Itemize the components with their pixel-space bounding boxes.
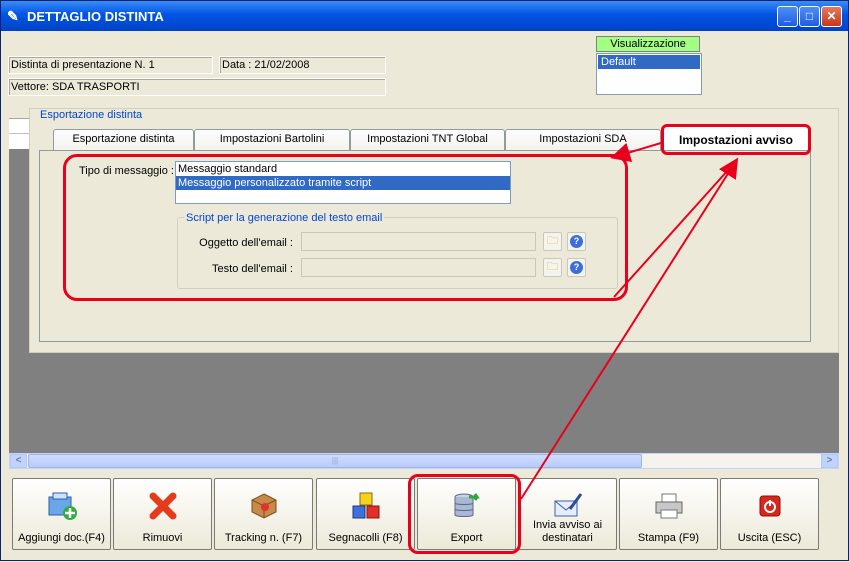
cubes-icon — [317, 491, 414, 527]
folder-icon[interactable]: 🗀 — [543, 232, 562, 251]
aggiungi-doc-label: Aggiungi doc.(F4) — [18, 532, 105, 544]
stampa-label: Stampa (F9) — [637, 532, 700, 544]
segnacolli-button[interactable]: Segnacolli (F8) — [316, 478, 415, 550]
visualizzazione-list[interactable]: Default — [596, 53, 702, 95]
tipo-messaggio-label: Tipo di messaggio : — [79, 165, 174, 177]
uscita-label: Uscita (ESC) — [737, 532, 802, 544]
maximize-button[interactable]: □ — [799, 6, 820, 27]
rimuovi-button[interactable]: Rimuovi — [113, 478, 212, 550]
add-document-icon — [13, 491, 110, 527]
scroll-left-icon[interactable]: < — [10, 454, 27, 468]
help-icon[interactable]: ? — [567, 258, 586, 277]
rimuovi-label: Rimuovi — [142, 532, 183, 544]
app-icon: ✎ — [7, 8, 19, 24]
power-icon — [721, 491, 818, 527]
horizontal-scrollbar[interactable]: < ||| > — [9, 453, 839, 469]
aggiungi-doc-button[interactable]: Aggiungi doc.(F4) — [12, 478, 111, 550]
printer-icon — [620, 491, 717, 527]
data-field: Data : 21/02/2008 — [219, 56, 386, 74]
red-x-icon — [114, 491, 211, 527]
minimize-button[interactable]: _ — [777, 6, 798, 27]
script-group — [177, 217, 618, 289]
tab-impostazioni-avviso[interactable]: Impostazioni avviso — [661, 126, 811, 153]
folder-icon[interactable]: 🗀 — [543, 258, 562, 277]
list-item-selected[interactable]: Messaggio personalizzato tramite script — [176, 176, 510, 190]
help-icon[interactable]: ? — [567, 232, 586, 251]
tab-impostazioni-bartolini[interactable]: Impostazioni Bartolini — [194, 129, 350, 150]
window: ✎ DETTAGLIO DISTINTA _ □ ✕ Distinta di p… — [0, 0, 849, 561]
testo-label: Testo dell'email : — [212, 263, 293, 275]
testo-input[interactable] — [301, 258, 536, 277]
tab-impostazioni-tnt[interactable]: Impostazioni TNT Global — [350, 129, 505, 150]
scroll-thumb[interactable]: ||| — [28, 454, 642, 468]
export-panel-legend: Esportazione distinta — [38, 109, 145, 121]
tipo-messaggio-list[interactable]: Messaggio standard Messaggio personalizz… — [175, 161, 511, 204]
title-bar: ✎ DETTAGLIO DISTINTA _ □ ✕ — [1, 1, 848, 31]
oggetto-input[interactable] — [301, 232, 536, 251]
segnacolli-label: Segnacolli (F8) — [328, 532, 403, 544]
visualizzazione-header: Visualizzazione — [596, 36, 700, 52]
stampa-button[interactable]: Stampa (F9) — [619, 478, 718, 550]
package-icon — [215, 491, 312, 527]
distinta-field: Distinta di presentazione N. 1 — [8, 56, 213, 74]
vettore-field: Vettore: SDA TRASPORTI — [8, 78, 386, 96]
uscita-button[interactable]: Uscita (ESC) — [720, 478, 819, 550]
tab-impostazioni-sda[interactable]: Impostazioni SDA — [505, 129, 661, 150]
invia-avviso-label: Invia avviso ai destinatari — [532, 519, 603, 544]
scroll-right-icon[interactable]: > — [821, 454, 838, 468]
visualizzazione-selected[interactable]: Default — [598, 55, 700, 69]
close-button[interactable]: ✕ — [821, 6, 842, 27]
tracking-button[interactable]: Tracking n. (F7) — [214, 478, 313, 550]
invia-avviso-button[interactable]: Invia avviso ai destinatari — [518, 478, 617, 550]
export-label: Export — [450, 532, 483, 544]
list-item[interactable]: Messaggio standard — [176, 162, 510, 176]
tracking-label: Tracking n. (F7) — [224, 532, 303, 544]
export-button[interactable]: Export — [417, 478, 516, 550]
database-export-icon — [418, 491, 515, 527]
window-title: DETTAGLIO DISTINTA — [27, 9, 164, 24]
script-group-legend: Script per la generazione del testo emai… — [184, 212, 385, 224]
tab-esportazione-distinta[interactable]: Esportazione distinta — [53, 129, 194, 150]
oggetto-label: Oggetto dell'email : — [199, 237, 293, 249]
